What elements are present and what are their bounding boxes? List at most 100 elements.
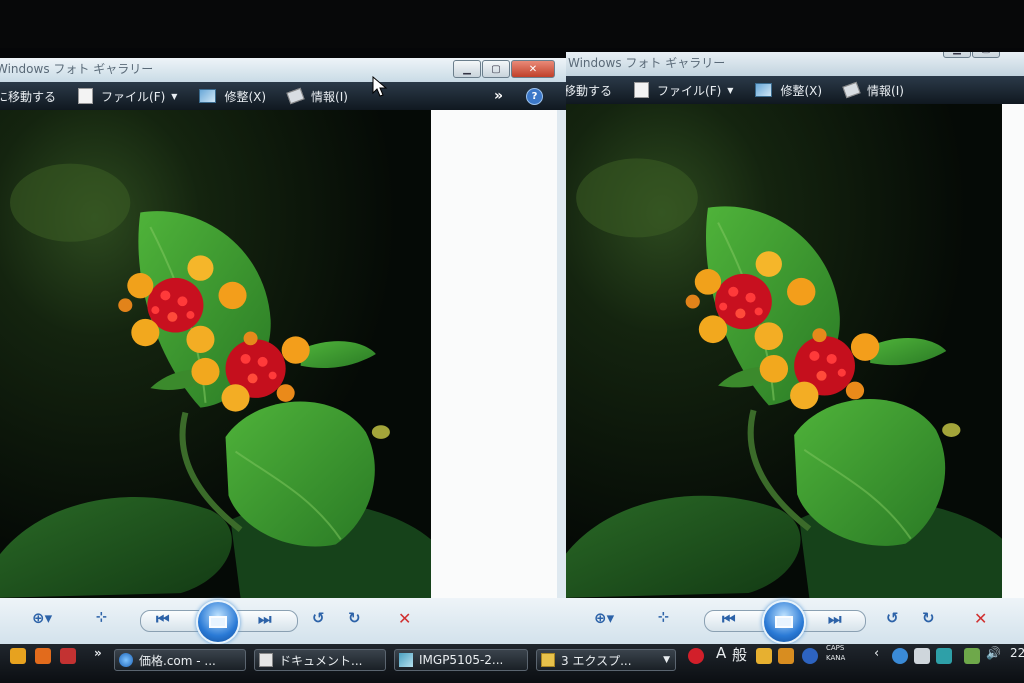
document-icon [259, 653, 273, 667]
chevron-down-icon: ▼ [663, 655, 670, 665]
menu-bar: 移動する ファイル(F) ▼ 修整(X) 情報(I) [566, 76, 1024, 104]
monitor-bezel [0, 0, 1024, 48]
rotate-left-icon[interactable]: ↺ [312, 609, 325, 627]
actual-size-icon[interactable]: ⊹ [96, 610, 107, 625]
next-icon[interactable]: ⏭ [258, 610, 272, 628]
window-title: Windows フォト ギャラリー [0, 62, 154, 76]
photo-viewer[interactable] [0, 110, 431, 598]
maximize-button[interactable]: ▢ [972, 52, 1000, 58]
info-tray-icon[interactable] [892, 648, 908, 664]
caps-indicator: CAPS [826, 644, 845, 652]
fix-icon [755, 83, 773, 97]
taskbar-item-label: 3 エクスプ... [561, 653, 632, 668]
photo-gallery-window-left[interactable]: Windows フォト ギャラリー ▁ ▢ ✕ に移動する ファイル(F) ▼ … [0, 58, 569, 652]
ime-dictionary-icon[interactable] [778, 648, 794, 664]
minimize-button[interactable]: ▁ [943, 52, 971, 58]
delete-icon[interactable]: ✕ [398, 609, 411, 628]
menu-file-label: ファイル(F) [101, 89, 166, 104]
language-bar-icon[interactable] [688, 648, 704, 664]
zoom-icon[interactable]: ⊕▾ [32, 609, 52, 627]
slideshow-button[interactable] [762, 600, 806, 644]
ie-icon [119, 653, 133, 667]
menu-info-label: 情報(I) [311, 89, 348, 104]
menu-info-label: 情報(I) [867, 83, 904, 98]
network-icon[interactable] [964, 648, 980, 664]
viewer-controls: ⊕▾ ⊹ ⏮ ⏭ ↺ ↻ ✕ [0, 598, 566, 644]
window-controls: ▁ ▢ [942, 52, 1000, 58]
maximize-button[interactable]: ▢ [482, 60, 510, 78]
photo-gallery-window-right[interactable]: Windows フォト ギャラリー ▁ ▢ 移動する ファイル(F) ▼ 修整(… [566, 52, 1024, 652]
menu-bar: に移動する ファイル(F) ▼ 修整(X) 情報(I) » ? [0, 82, 566, 110]
maximize-icon: ▢ [981, 52, 990, 55]
taskbar-item-label: 価格.com - ... [139, 653, 216, 668]
lantana-photo [0, 110, 431, 598]
info-icon [286, 87, 305, 105]
window-title: Windows フォト ギャラリー [568, 56, 726, 70]
info-pane [1002, 104, 1024, 598]
overflow-chevron-icon[interactable]: » [494, 88, 503, 104]
taskbar-item-label: IMGP5105-2... [419, 653, 504, 667]
quicklaunch-app-icon[interactable] [60, 648, 76, 664]
quicklaunch-folder-icon[interactable] [10, 648, 26, 664]
ime-tool-icon[interactable] [756, 648, 772, 664]
slideshow-icon [775, 616, 793, 628]
menu-fix-label: 修整(X) [224, 89, 267, 104]
minimize-button[interactable]: ▁ [453, 60, 481, 78]
menu-file-label: ファイル(F) [657, 83, 722, 98]
taskbar-item-explorer-group[interactable]: 3 エクスプ... ▼ [536, 649, 676, 671]
rotate-right-icon[interactable]: ↻ [922, 609, 935, 627]
previous-icon[interactable]: ⏮ [722, 610, 736, 628]
menu-fix[interactable]: 修整(X) [199, 88, 266, 105]
minimize-icon: ▁ [953, 52, 961, 55]
volume-icon[interactable]: 🔊 [986, 646, 1001, 660]
device-tray-icon[interactable] [914, 648, 930, 664]
tray-expand-icon[interactable]: ‹ [874, 646, 879, 661]
maximize-icon: ▢ [491, 63, 501, 75]
close-icon: ✕ [528, 63, 538, 75]
quicklaunch-media-icon[interactable] [35, 648, 51, 664]
menu-fix[interactable]: 修整(X) [755, 82, 822, 99]
previous-icon[interactable]: ⏮ [156, 610, 170, 628]
photo-viewer[interactable] [566, 104, 1002, 598]
file-icon [634, 82, 650, 98]
taskbar: » 価格.com - ... ドキュメント... IMGP5105-2... 3… [0, 644, 1024, 683]
taskbar-item-label: ドキュメント... [279, 653, 363, 668]
menu-file[interactable]: ファイル(F) ▼ [634, 82, 733, 99]
mouse-cursor-icon [372, 76, 388, 97]
menu-goto-label: に移動する [0, 89, 57, 104]
quicklaunch-overflow-icon[interactable]: » [94, 646, 102, 660]
info-pane [431, 110, 557, 598]
taskbar-item-documents[interactable]: ドキュメント... [254, 649, 386, 671]
rotate-left-icon[interactable]: ↺ [886, 609, 899, 627]
lantana-photo [566, 104, 1002, 598]
slideshow-button[interactable] [196, 600, 240, 644]
app-tray-icon[interactable] [936, 648, 952, 664]
chevron-down-icon: ▼ [171, 91, 178, 101]
menu-goto[interactable]: 移動する [566, 82, 612, 99]
zoom-icon[interactable]: ⊕▾ [594, 609, 614, 627]
window-controls: ▁ ▢ ✕ [452, 60, 555, 78]
taskbar-item-image[interactable]: IMGP5105-2... [394, 649, 528, 671]
ime-mode[interactable]: A [716, 644, 726, 662]
taskbar-item-kakaku[interactable]: 価格.com - ... [114, 649, 246, 671]
minimize-icon: ▁ [463, 63, 471, 75]
kana-indicator: KANA [826, 654, 846, 662]
viewer-controls: ⊕▾ ⊹ ⏮ ⏭ ↺ ↻ ✕ [566, 598, 1024, 644]
fix-icon [199, 89, 217, 103]
chevron-down-icon: ▼ [727, 85, 734, 95]
help-icon[interactable]: ? [526, 88, 543, 105]
menu-info[interactable]: 情報(I) [286, 87, 348, 105]
actual-size-icon[interactable]: ⊹ [658, 610, 669, 625]
menu-info[interactable]: 情報(I) [842, 81, 904, 99]
close-button[interactable]: ✕ [511, 60, 555, 78]
ime-kanji[interactable]: 般 [732, 644, 747, 665]
next-icon[interactable]: ⏭ [828, 610, 842, 628]
menu-goto-label: 移動する [566, 83, 613, 98]
info-icon [842, 81, 861, 99]
clock[interactable]: 22 [1010, 646, 1024, 660]
ime-help-icon[interactable] [802, 648, 818, 664]
menu-goto[interactable]: に移動する [0, 88, 56, 105]
delete-icon[interactable]: ✕ [974, 609, 987, 628]
menu-file[interactable]: ファイル(F) ▼ [78, 88, 177, 105]
rotate-right-icon[interactable]: ↻ [348, 609, 361, 627]
